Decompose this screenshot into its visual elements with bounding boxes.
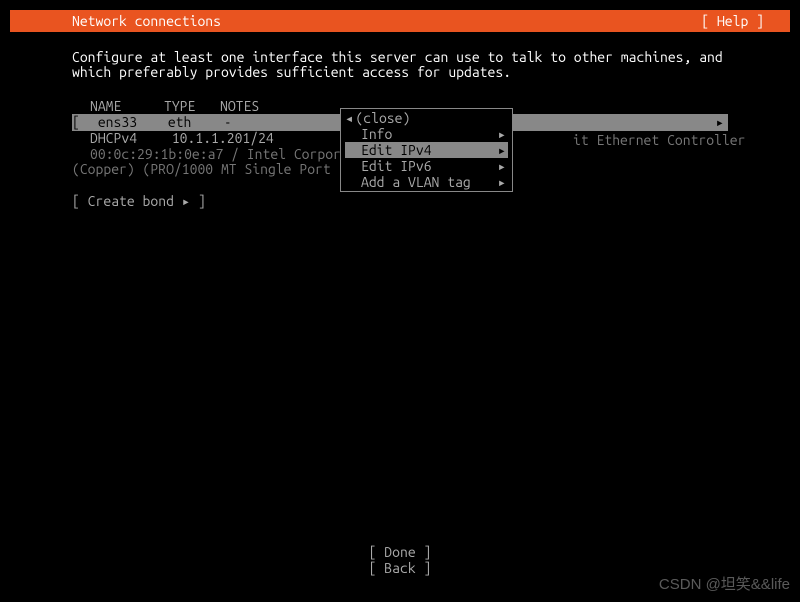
interface-context-menu: ◂ (close) Info ▸ Edit IPv4 ▸ Edit IPv6 ▸…: [340, 108, 513, 192]
page-title: Network connections: [18, 10, 221, 32]
chevron-right-icon: ▸: [498, 158, 508, 174]
bottom-nav: [ Done ] [ Back ]: [10, 544, 790, 576]
menu-edit-ipv4-label: Edit IPv4: [345, 142, 498, 158]
menu-close-label: (close): [355, 110, 508, 126]
bracket-open: [: [72, 115, 80, 130]
create-bond-button[interactable]: [ Create bond ▸ ]: [72, 194, 728, 209]
menu-edit-ipv4[interactable]: Edit IPv4 ▸: [345, 142, 508, 158]
watermark: CSDN @坦笑&&life: [659, 573, 790, 594]
done-button[interactable]: [ Done ]: [10, 544, 790, 560]
dhcp-label: DHCPv4: [90, 131, 148, 146]
iface-name: ens33: [94, 115, 152, 130]
menu-add-vlan-label: Add a VLAN tag: [345, 174, 498, 190]
dhcp-address: 10.1.1.201/24: [172, 130, 274, 146]
menu-info[interactable]: Info ▸: [345, 126, 508, 142]
col-name: NAME: [90, 99, 148, 114]
chevron-right-icon: ▸: [498, 174, 508, 190]
menu-info-label: Info: [345, 126, 498, 142]
menu-edit-ipv6[interactable]: Edit IPv6 ▸: [345, 158, 508, 174]
chevron-right-icon: ▸: [498, 142, 508, 158]
instructions-text: Configure at least one interface this se…: [72, 50, 728, 81]
help-link[interactable]: [ Help ]: [701, 10, 782, 32]
menu-add-vlan[interactable]: Add a VLAN tag ▸: [345, 174, 508, 190]
expand-arrow-icon: ▸: [716, 115, 728, 130]
chevron-right-icon: ▸: [498, 126, 508, 142]
chevron-left-icon: ◂: [345, 110, 355, 126]
menu-close[interactable]: ◂ (close): [345, 110, 508, 126]
iface-eth-suffix: it Ethernet Controller: [573, 133, 745, 148]
iface-type: eth: [168, 115, 208, 130]
titlebar: Network connections [ Help ]: [10, 10, 790, 32]
col-notes: NOTES: [220, 99, 259, 114]
col-type: TYPE: [164, 99, 204, 114]
menu-edit-ipv6-label: Edit IPv6: [345, 158, 498, 174]
